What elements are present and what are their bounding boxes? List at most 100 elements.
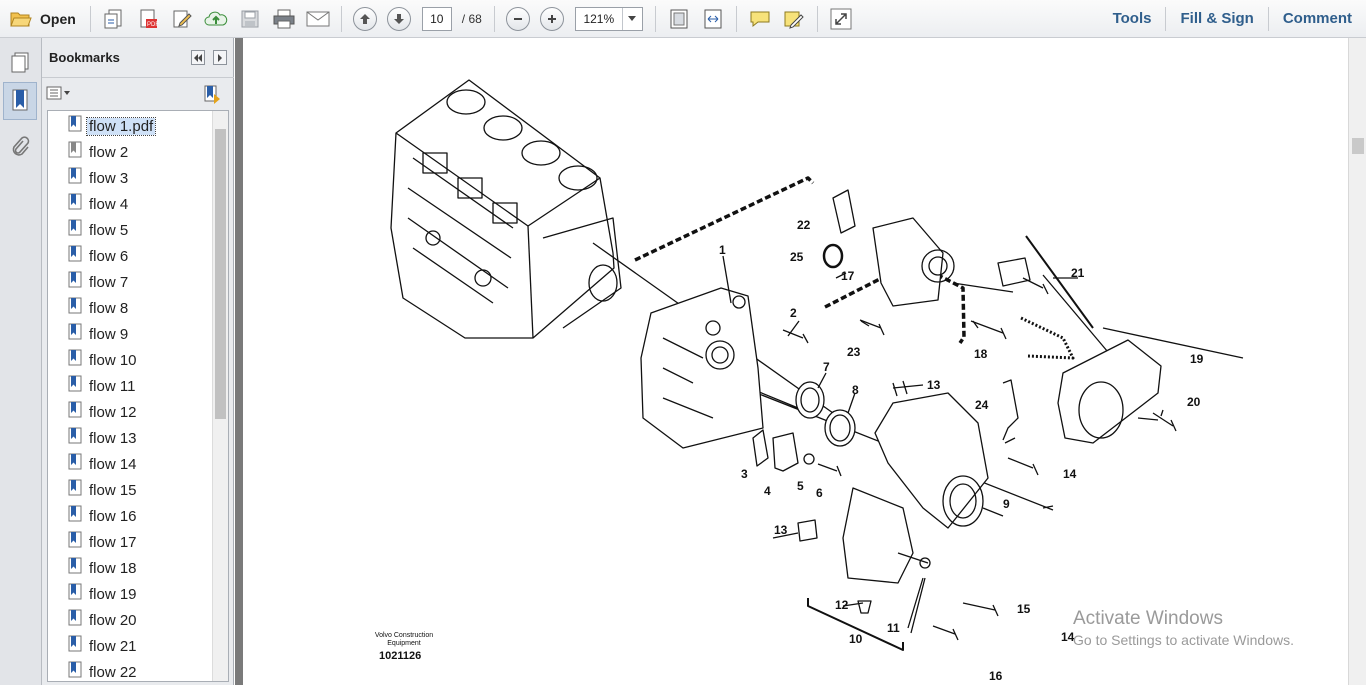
arrow-down-icon	[386, 6, 411, 31]
bookmark-item[interactable]: flow 14	[48, 451, 213, 477]
zoom-out-button[interactable]	[503, 4, 533, 34]
bookmark-label: flow 4	[89, 195, 129, 213]
bookmark-icon	[68, 349, 82, 366]
part-number-label: 25	[790, 250, 804, 264]
create-pdf-icon	[104, 9, 122, 28]
comment-link[interactable]: Comment	[1269, 0, 1366, 38]
highlight-button[interactable]	[779, 4, 809, 34]
page-number-input[interactable]: 10	[421, 6, 452, 31]
bookmark-item[interactable]: flow 18	[48, 555, 213, 581]
bookmark-label: flow 19	[89, 585, 137, 603]
part-number-label: 18	[974, 347, 988, 361]
part-number-label: 1	[719, 243, 726, 257]
bookmark-item[interactable]: flow 4	[48, 191, 213, 217]
edit-pdf-button[interactable]	[167, 4, 197, 34]
add-comment-button[interactable]	[745, 4, 775, 34]
bookmark-item[interactable]: flow 13	[48, 425, 213, 451]
bookmarks-scrollbar[interactable]	[212, 111, 228, 681]
part-number-label: 21	[1071, 266, 1085, 280]
bookmark-item[interactable]: flow 21	[48, 633, 213, 659]
part-number-label: 15	[1017, 602, 1031, 616]
bookmark-icon	[68, 401, 82, 418]
engine-exploded-diagram: 1234 5 67891011121313141415161718 192021222…	[390, 79, 1244, 683]
previous-page-button[interactable]	[350, 4, 380, 34]
part-number-label: 17	[841, 269, 855, 283]
bookmark-item[interactable]: flow 12	[48, 399, 213, 425]
expand-panel-button[interactable]	[213, 50, 227, 65]
bookmark-label: flow 10	[89, 351, 137, 369]
bookmark-item[interactable]: flow 10	[48, 347, 213, 373]
bookmark-item[interactable]: flow 9	[48, 321, 213, 347]
zoom-value: 121%	[583, 11, 615, 26]
next-page-button[interactable]	[384, 4, 414, 34]
save-button[interactable]	[235, 4, 265, 34]
part-number-label: 23	[847, 345, 861, 359]
collapse-panel-button[interactable]	[191, 50, 205, 65]
bookmark-label: flow 11	[89, 377, 136, 395]
fill-sign-link[interactable]: Fill & Sign	[1166, 0, 1267, 38]
envelope-icon	[306, 11, 330, 26]
chevron-down-icon[interactable]	[621, 7, 642, 30]
new-bookmark-button[interactable]	[202, 84, 222, 104]
new-bookmark-icon	[204, 85, 220, 104]
part-number-label: 13	[927, 378, 941, 392]
attachments-button[interactable]	[3, 128, 37, 166]
full-screen-button[interactable]	[826, 4, 856, 34]
bookmark-item[interactable]: flow 6	[48, 243, 213, 269]
bookmark-item[interactable]: flow 17	[48, 529, 213, 555]
fit-page-button[interactable]	[664, 4, 694, 34]
print-button[interactable]	[269, 4, 299, 34]
email-button[interactable]	[303, 4, 333, 34]
bookmark-item[interactable]: flow 8	[48, 295, 213, 321]
bookmark-item[interactable]: flow 20	[48, 607, 213, 633]
bookmark-icon	[68, 245, 82, 262]
bookmark-item[interactable]: flow 19	[48, 581, 213, 607]
bookmark-item[interactable]: flow 15	[48, 477, 213, 503]
bookmark-icon	[68, 453, 82, 470]
open-label: Open	[40, 10, 76, 27]
bookmark-item[interactable]: flow 16	[48, 503, 213, 529]
fit-width-button[interactable]	[698, 4, 728, 34]
part-number-label: 24	[975, 398, 989, 412]
tools-link[interactable]: Tools	[1099, 0, 1166, 38]
bookmarks-tools	[42, 78, 234, 108]
bookmark-icon	[68, 661, 82, 678]
bookmarks-panel: Bookmarks flow 1.pdf flow 2 flow 3 flow 4 fl…	[42, 38, 234, 685]
printer-icon	[273, 9, 295, 28]
scroll-thumb[interactable]	[215, 129, 226, 419]
bookmark-item[interactable]: flow 1.pdf	[48, 113, 213, 139]
open-button[interactable]: Open	[2, 4, 82, 34]
upload-button[interactable]	[201, 4, 231, 34]
chevron-right-icon	[218, 53, 222, 62]
bookmark-item[interactable]: flow 5	[48, 217, 213, 243]
export-pdf-button[interactable]: PDF	[133, 4, 163, 34]
bookmark-icon	[68, 505, 82, 522]
bookmark-icon	[68, 271, 82, 288]
navigation-rail	[0, 38, 42, 685]
document-scrollbar[interactable]	[1348, 38, 1366, 685]
create-pdf-button[interactable]	[99, 4, 129, 34]
part-number-label: 16	[989, 669, 1003, 683]
toolbar-separator	[735, 5, 737, 32]
pdf-page: 1 2 3 4 5 6 7 8 9 10 11 12 13 13 14 14 15 16 17 18 19 20 21 22 2…	[243, 38, 1348, 685]
scroll-thumb[interactable]	[1352, 138, 1364, 154]
part-number-label: 2	[790, 306, 797, 320]
bookmark-item[interactable]: flow 7	[48, 269, 213, 295]
zoom-in-button[interactable]	[537, 4, 567, 34]
bookmark-item[interactable]: flow 11	[48, 373, 213, 399]
bookmark-icon	[68, 375, 82, 392]
toolbar-separator	[493, 5, 495, 32]
engine-block-drawing	[390, 79, 622, 339]
zoom-select[interactable]: 121%	[574, 6, 643, 31]
bookmark-options-button[interactable]	[46, 84, 72, 102]
options-list-icon	[46, 86, 70, 100]
footer-company: Volvo Construction	[374, 632, 434, 639]
bookmark-item[interactable]: flow 3	[48, 165, 213, 191]
bookmarks-panel-button[interactable]	[3, 82, 37, 120]
bookmark-item[interactable]: flow 22	[48, 659, 213, 681]
part-number-label: 6	[816, 486, 823, 500]
part-number-label: 4	[764, 484, 771, 498]
page-thumbnails-button[interactable]	[3, 44, 37, 82]
bookmark-item[interactable]: flow 2	[48, 139, 213, 165]
bookmark-label: flow 16	[89, 507, 137, 525]
